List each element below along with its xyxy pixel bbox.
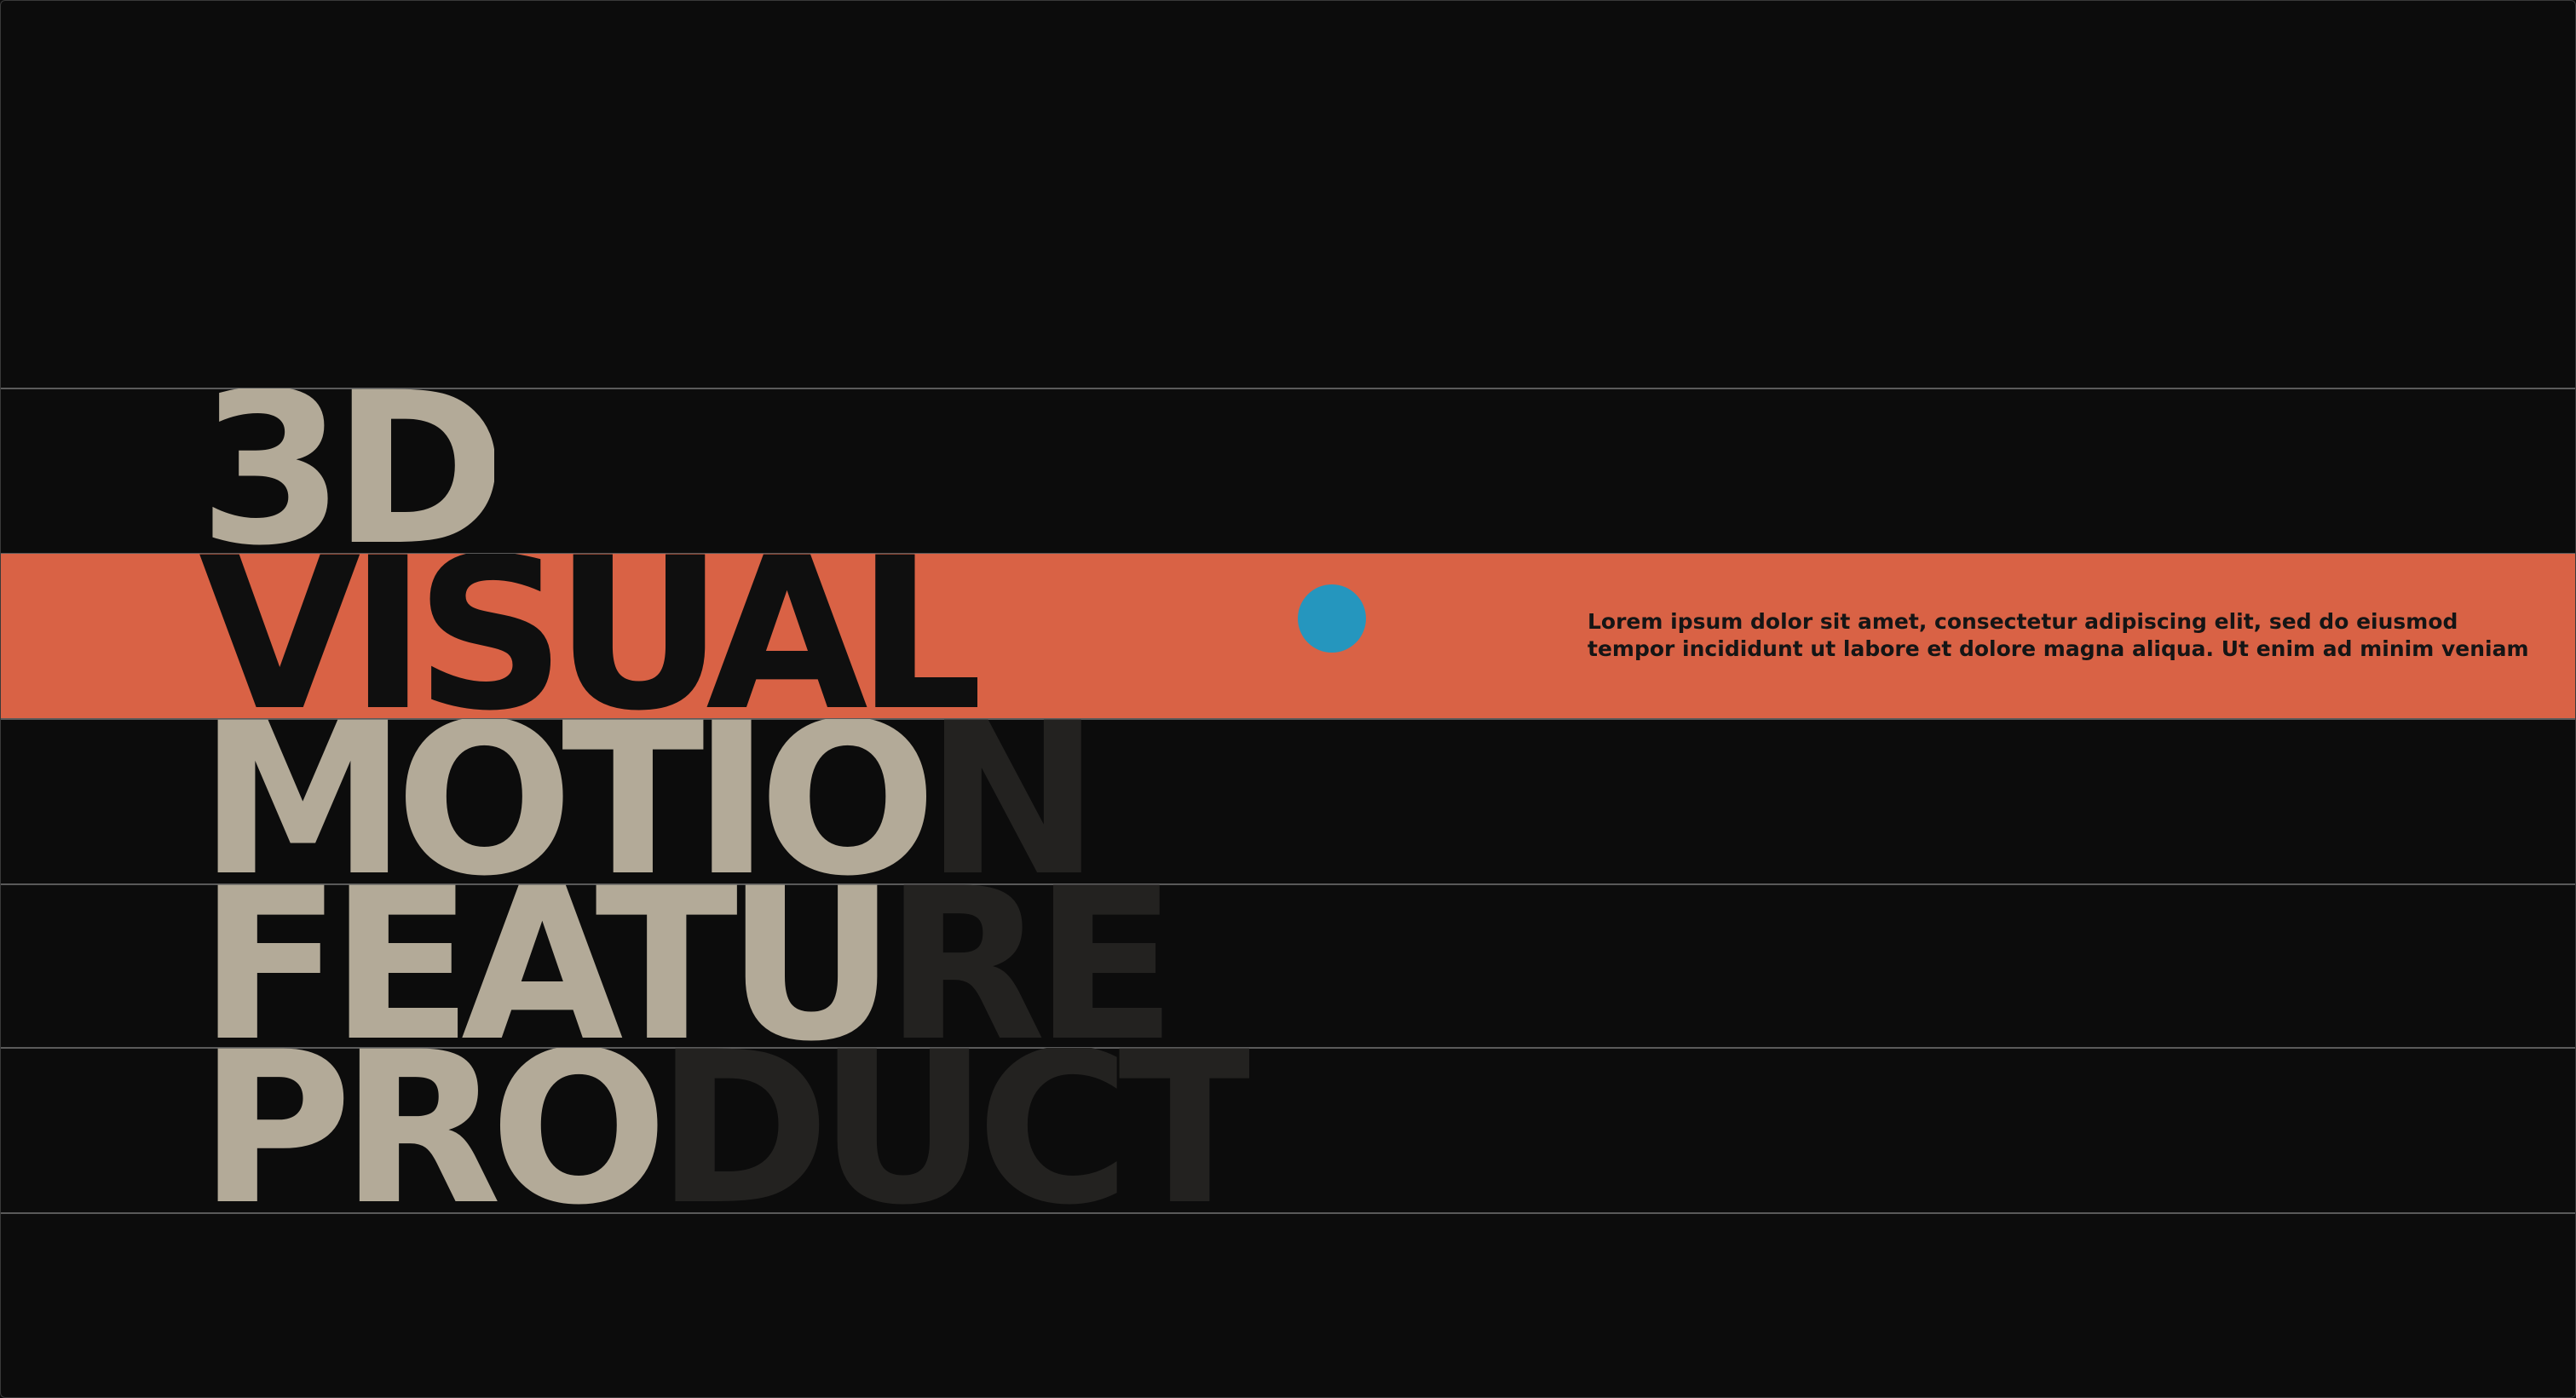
headline-faded-text: N [925,719,1089,883]
caption-line: tempor incididunt ut labore et dolore ma… [1588,636,2529,661]
caption-line: Lorem ipsum dolor sit amet, consectetur … [1588,609,2458,634]
accent-dot [1298,584,1366,653]
headline-solid-text: VISUAL [199,554,978,718]
headline-line-motion: MOTION [199,719,1088,883]
headline-solid-text: MOTIO [199,719,936,883]
headline-faded-text: RE [884,884,1166,1049]
headline-line-3d: 3D [199,388,494,553]
headline-line-visual: VISUAL [199,554,977,718]
headline-line-feature: FEATURE [199,884,1165,1049]
headline-faded-text: DUCT [655,1048,1250,1212]
band-caption: Lorem ipsum dolor sit amet, consectetur … [1588,608,2529,663]
headline-line-product: PRODUCT [199,1048,1249,1212]
divider-line [1,1212,2575,1214]
canvas: 3D VISUAL MOTION FEATURE PRODUCT Lorem i… [0,0,2576,1398]
headline-solid-text: PRO [199,1048,668,1212]
headline-solid-text: 3D [199,388,495,553]
headline-solid-text: FEATU [199,884,896,1049]
